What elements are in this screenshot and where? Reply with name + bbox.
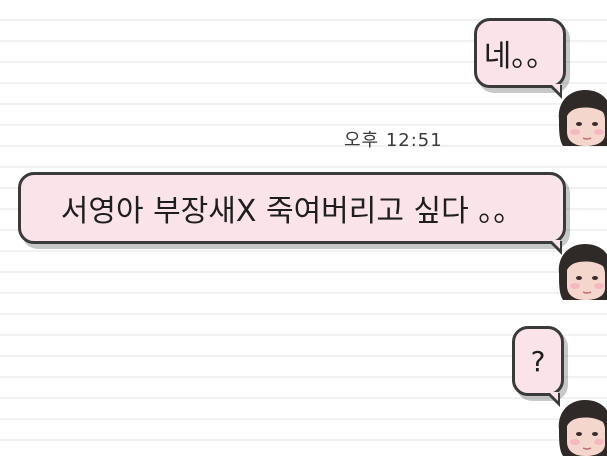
message-bubble: ? xyxy=(512,326,564,396)
message-text: ? xyxy=(530,344,546,378)
profile-avatar-icon[interactable] xyxy=(555,240,607,300)
message-text: 서영아 부장새X 죽여버리고 싶다 。。 xyxy=(60,194,524,229)
message-text: 네。。 xyxy=(483,39,557,74)
message-bubble: 네。。 xyxy=(474,18,566,88)
profile-avatar-icon[interactable] xyxy=(555,86,607,146)
profile-avatar-icon[interactable] xyxy=(555,396,607,456)
message-timestamp: 오후 12:51 xyxy=(344,130,443,151)
message-bubble: 서영아 부장새X 죽여버리고 싶다 。。 xyxy=(18,172,566,244)
